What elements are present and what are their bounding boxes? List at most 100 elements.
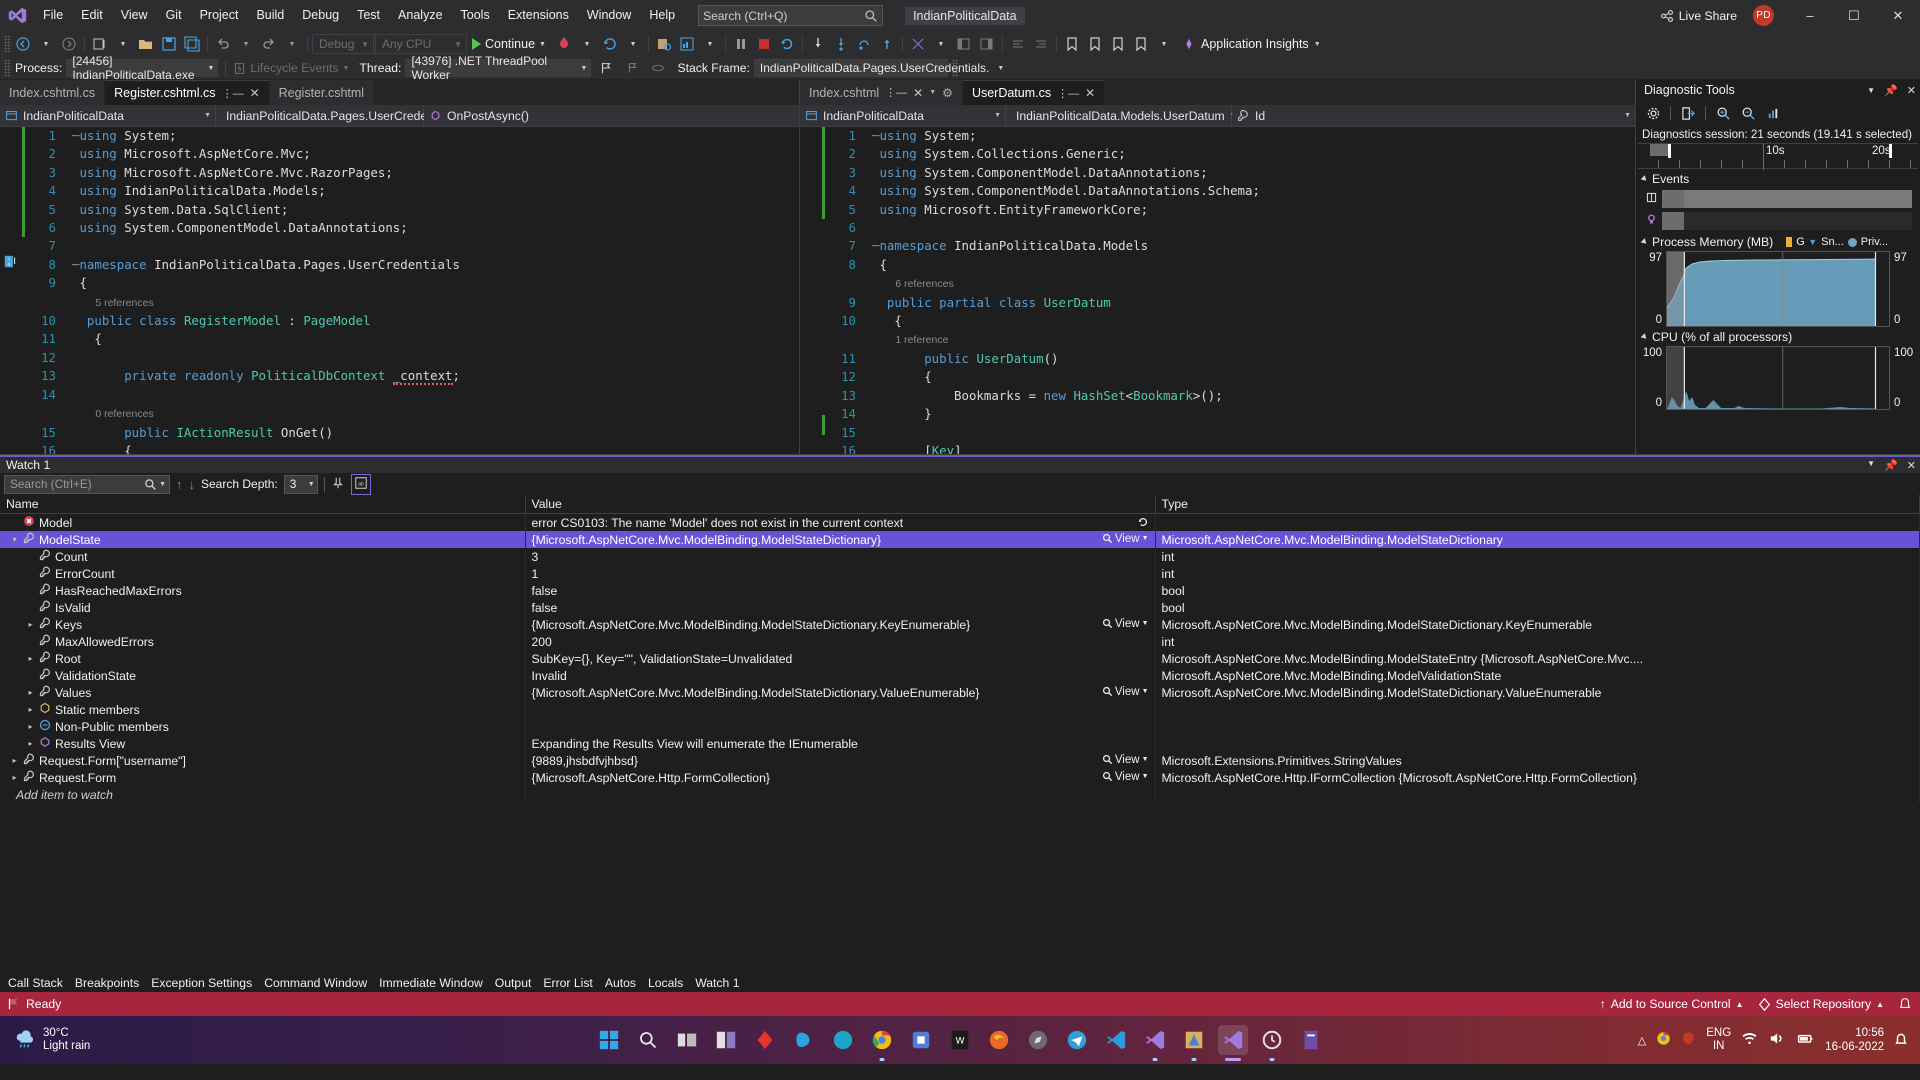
menu-window[interactable]: Window xyxy=(578,0,640,31)
bottom-tab-output[interactable]: Output xyxy=(489,976,538,990)
bookmark-4-button[interactable] xyxy=(1130,33,1152,55)
add-item-value[interactable] xyxy=(525,786,1156,803)
memory-chart[interactable]: 97 0 97 0 xyxy=(1640,251,1916,327)
search-next-button[interactable]: ↓ xyxy=(189,477,196,492)
window-layout-2-button[interactable] xyxy=(976,33,998,55)
watch-row-value[interactable]: error CS0103: The name 'Model' does not … xyxy=(525,513,1156,531)
bottom-tab-command-window[interactable]: Command Window xyxy=(258,976,373,990)
avatar[interactable]: PD xyxy=(1753,5,1774,26)
tray-chrome-icon[interactable] xyxy=(1656,1031,1671,1049)
menu-test[interactable]: Test xyxy=(348,0,389,31)
watch-row[interactable]: HasReachedMaxErrors false bool xyxy=(0,582,1920,599)
nav-type-combo[interactable]: IndianPoliticalData.Pages.UserCredential… xyxy=(216,105,468,126)
menu-edit[interactable]: Edit xyxy=(72,0,112,31)
stack-frame-combo[interactable]: IndianPoliticalData.Pages.UserCredential… xyxy=(753,59,1004,77)
watch-row-value[interactable]: 200 xyxy=(525,633,1156,650)
tab-register-cshtml-cs[interactable]: Register.cshtml.cs ⋮— ✕ xyxy=(105,80,270,105)
close-icon[interactable]: ✕ xyxy=(1907,459,1916,472)
global-search-input[interactable]: Search (Ctrl+Q) xyxy=(698,5,884,26)
show-threads-in-source-button[interactable] xyxy=(647,57,669,79)
start-button[interactable] xyxy=(594,1025,624,1055)
watch-row[interactable]: ▸ Static members xyxy=(0,701,1920,718)
taskbar-app-icon-firefox[interactable] xyxy=(984,1025,1014,1055)
bookmarks-dropdown[interactable]: ▼ xyxy=(1153,33,1175,55)
process-combo[interactable]: [24456] IndianPoliticalData.exe ▼ xyxy=(66,54,219,82)
open-file-button[interactable] xyxy=(135,33,157,55)
stop-debugging-button[interactable] xyxy=(753,33,775,55)
value-view-button[interactable]: View ▼ xyxy=(1102,754,1149,766)
threads-button[interactable] xyxy=(907,33,929,55)
watch-row[interactable]: Model error CS0103: The name 'Model' does… xyxy=(0,513,1920,531)
watch-row-value[interactable]: {Microsoft.AspNetCore.Mvc.ModelBinding.M… xyxy=(525,531,1156,548)
thread-combo[interactable]: [43976] .NET ThreadPool Worker ▼ xyxy=(405,54,592,82)
memory-section-header[interactable]: Process Memory (MB) G... ▼ Sn... Priv... xyxy=(1636,232,1920,251)
notifications-button[interactable] xyxy=(1898,996,1912,1013)
watch-row[interactable]: ▾ ModelState {Microsoft.AspNetCore.Mvc.Mod… xyxy=(0,531,1920,548)
navigate-backward-dropdown[interactable]: ▼ xyxy=(35,33,57,55)
tab-userdatum-cs[interactable]: UserDatum.cs ⋮— ✕ xyxy=(962,80,1106,105)
watch-row[interactable]: ▸ Non-Public members xyxy=(0,718,1920,735)
breakpoint-gutter-right[interactable] xyxy=(800,127,822,454)
zoom-in-button[interactable] xyxy=(1712,103,1734,123)
new-project-dropdown[interactable]: ▼ xyxy=(112,33,134,55)
pin-icon[interactable]: 📌 xyxy=(1884,459,1898,472)
bottom-tab-exception-settings[interactable]: Exception Settings xyxy=(145,976,258,990)
align-left-button[interactable] xyxy=(1007,33,1029,55)
nav-member-combo[interactable]: OnPostAsync() xyxy=(424,105,799,126)
breakpoint-pending-icon[interactable]: Io xyxy=(4,255,17,271)
search-previous-button[interactable]: ↑ xyxy=(176,477,183,492)
menu-file[interactable]: File xyxy=(34,0,72,31)
taskbar-app-icon-clock[interactable] xyxy=(1257,1025,1287,1061)
menu-project[interactable]: Project xyxy=(191,0,248,31)
watch-row[interactable]: ▸ Request.Form["username"] {9889,jhsbdfvjh… xyxy=(0,752,1920,769)
diagnostic-tools-toggle[interactable] xyxy=(676,33,698,55)
task-view-button[interactable] xyxy=(672,1025,702,1055)
watch-row[interactable]: IsValid false bool xyxy=(0,599,1920,616)
bottom-tab-watch-1[interactable]: Watch 1 xyxy=(689,976,745,990)
row-expander[interactable]: ▾ xyxy=(10,535,19,544)
breakpoint-gutter-left[interactable]: Io xyxy=(0,127,22,454)
bottom-tab-locals[interactable]: Locals xyxy=(642,976,689,990)
code-editor-left[interactable]: Io 1 ─using System; 2 using Microsoft.Asp… xyxy=(0,127,799,454)
column-name[interactable]: Name xyxy=(0,495,526,514)
menu-extensions[interactable]: Extensions xyxy=(499,0,578,31)
step-out-button[interactable] xyxy=(853,33,875,55)
step-into-button[interactable] xyxy=(807,33,829,55)
watch-add-row[interactable]: Add item to watch xyxy=(0,786,1920,803)
undo-dropdown[interactable]: ▼ xyxy=(235,33,257,55)
value-view-button[interactable]: View ▼ xyxy=(1102,686,1149,698)
add-to-source-control-button[interactable]: ↑ Add to Source Control ▲ xyxy=(1600,997,1744,1011)
settings-gear-button[interactable] xyxy=(1642,103,1664,123)
tab-register-cshtml[interactable]: Register.cshtml xyxy=(269,80,375,105)
watch-row-value[interactable]: Expanding the Results View will enumerat… xyxy=(525,735,1156,752)
value-view-button[interactable]: View ▼ xyxy=(1102,533,1149,545)
menu-tools[interactable]: Tools xyxy=(452,0,499,31)
taskbar-app-icon-telegram[interactable] xyxy=(1062,1025,1092,1055)
debug-toolbar-overflow[interactable] xyxy=(951,59,959,77)
code-content-left[interactable]: 1 ─using System; 2 using Microsoft.AspNet… xyxy=(22,127,799,454)
taskbar-app-icon-visualstudio-active[interactable] xyxy=(1218,1025,1248,1061)
hot-reload-button[interactable] xyxy=(553,33,575,55)
watch-row[interactable]: MaxAllowedErrors 200 int xyxy=(0,633,1920,650)
menu-git[interactable]: Git xyxy=(157,0,191,31)
toolbar-grip[interactable] xyxy=(4,35,11,53)
watch-row-value[interactable]: {Microsoft.AspNetCore.Http.FormCollectio… xyxy=(525,769,1156,786)
redo-dropdown[interactable]: ▼ xyxy=(281,33,303,55)
taskbar-app-icon-store[interactable] xyxy=(906,1025,936,1055)
live-share-button[interactable]: Live Share xyxy=(1660,9,1737,23)
add-item-label[interactable]: Add item to watch xyxy=(0,786,526,803)
minimize-button[interactable]: – xyxy=(1788,0,1832,31)
row-expander[interactable]: ▸ xyxy=(26,722,35,731)
taskbar-app-icon-vs-2[interactable] xyxy=(1140,1025,1170,1061)
gear-icon[interactable]: ⚙ xyxy=(942,86,953,100)
language-indicator[interactable]: ENG IN xyxy=(1706,1027,1731,1053)
code-content-right[interactable]: 1 ─using System; 2 using System.Collectio… xyxy=(822,127,1635,454)
pin-icon[interactable]: ⋮— xyxy=(222,87,244,100)
redo-button[interactable] xyxy=(258,33,280,55)
taskbar-app-icon-word[interactable]: W xyxy=(945,1025,975,1055)
step-out-up-button[interactable] xyxy=(876,33,898,55)
lifecycle-events-button[interactable]: Lifecycle Events ▼ xyxy=(233,61,349,75)
taskbar-app-icon-compass[interactable] xyxy=(1023,1025,1053,1055)
clock[interactable]: 10:56 16-06-2022 xyxy=(1825,1026,1884,1054)
tray-security-icon[interactable] xyxy=(1681,1031,1696,1049)
